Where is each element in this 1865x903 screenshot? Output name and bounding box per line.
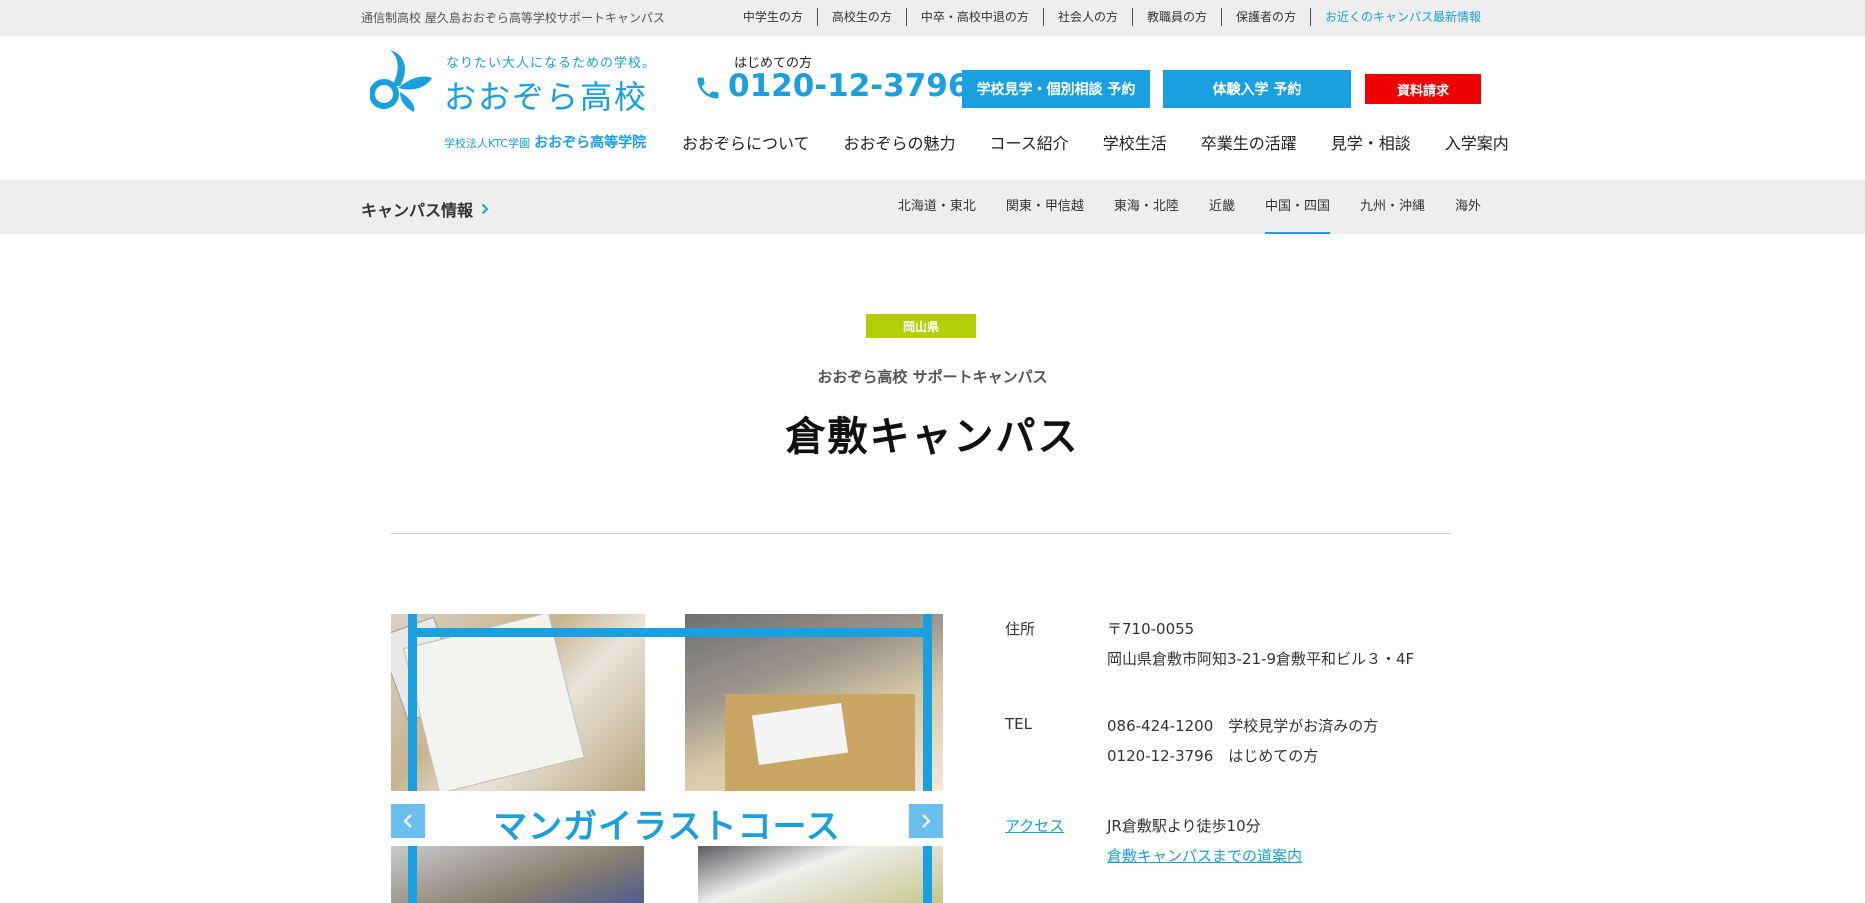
slide-photo-illustration: [698, 846, 943, 903]
address-value: 岡山県倉敷市阿知3-21-9倉敷平和ビル３・4F: [1107, 650, 1415, 668]
slide-photo-students: [391, 846, 644, 903]
visit-reservation-button[interactable]: 学校見学・個別相談 予約: [962, 70, 1150, 108]
nav-item-appeal[interactable]: おおぞらの魅力: [844, 130, 956, 154]
nav-item-admission[interactable]: 入学案内: [1445, 130, 1509, 154]
tel-value-existing[interactable]: 086-424-1200 学校見学がお済みの方: [1107, 715, 1378, 736]
region-tab-kinki[interactable]: 近畿: [1209, 180, 1235, 234]
nav-item-about[interactable]: おおぞらについて: [682, 130, 810, 154]
audience-link-high-school[interactable]: 高校生の方: [818, 8, 907, 26]
campus-info-label: キャンパス情報: [361, 201, 474, 220]
global-nav: おおぞらについて おおぞらの魅力 コース紹介 学校生活 卒業生の活躍 見学・相談…: [682, 130, 1509, 154]
audience-link-parent[interactable]: 保護者の方: [1222, 8, 1311, 26]
region-tab-kyushu-okinawa[interactable]: 九州・沖縄: [1360, 180, 1425, 234]
slide-banner: マンガイラストコース: [391, 791, 943, 847]
address-label: 住所: [1005, 620, 1036, 638]
phone-icon: [697, 77, 719, 99]
top-utility-bar: 通信制高校 屋久島おおぞら高等学校サポートキャンパス 中学生の方 高校生の方 中…: [0, 0, 1865, 36]
region-tab-chugoku-shikoku[interactable]: 中国・四国: [1264, 180, 1330, 234]
campus-info-link[interactable]: キャンパス情報: [361, 197, 489, 221]
section-divider: [391, 533, 1451, 534]
nav-item-visit[interactable]: 見学・相談: [1331, 130, 1411, 154]
region-tabs: 北海道・東北 関東・甲信越 東海・北陸 近畿 中国・四国 九州・沖縄 海外: [868, 180, 1481, 234]
region-tab-kanto-koshinetsu[interactable]: 関東・甲信越: [1006, 180, 1084, 234]
school-subtitle: おおぞら高校 サポートキャンパス: [817, 368, 1048, 386]
access-label-link[interactable]: アクセス: [1005, 815, 1064, 836]
photo-sketch-paper: [403, 614, 585, 794]
phone-contact[interactable]: はじめての方 0120-12-3796: [694, 50, 969, 110]
logo-corp-name: 学校法人KTC学園: [444, 137, 531, 150]
audience-link-adult[interactable]: 社会人の方: [1044, 8, 1133, 26]
page-title: 倉敷キャンパス: [785, 414, 1080, 460]
campus-region-band: キャンパス情報 北海道・東北 関東・甲信越 東海・北陸 近畿 中国・四国 九州・…: [0, 180, 1865, 234]
slide-photo-drawing: [391, 614, 645, 794]
logo-school-name: おおぞら高校: [444, 78, 649, 116]
phone-number[interactable]: 0120-12-3796: [728, 68, 969, 104]
slide-photo-class: [685, 614, 943, 791]
region-tab-overseas[interactable]: 海外: [1455, 180, 1481, 234]
site-description: 通信制高校 屋久島おおぞら高等学校サポートキャンパス: [361, 11, 665, 25]
chevron-left-icon: [403, 814, 412, 828]
audience-link-junior-high[interactable]: 中学生の方: [729, 8, 818, 26]
nav-item-school-life[interactable]: 学校生活: [1103, 130, 1167, 154]
nav-item-graduates[interactable]: 卒業生の活躍: [1201, 130, 1297, 154]
nav-item-courses[interactable]: コース紹介: [990, 130, 1069, 154]
directions-link[interactable]: 倉敷キャンパスまでの道案内: [1107, 845, 1302, 866]
slide-frame-top: [408, 628, 932, 637]
nearby-campus-news-link[interactable]: お近くのキャンパス最新情報: [1311, 8, 1481, 26]
logo-tagline: なりたい大人になるための学校。: [446, 56, 657, 71]
chevron-right-icon: [922, 814, 931, 828]
logo-corp-school: おおぞら高等学院: [534, 135, 647, 151]
audience-nav: 中学生の方 高校生の方 中卒・高校中退の方 社会人の方 教職員の方 保護者の方 …: [729, 8, 1481, 26]
logo-corporation: 学校法人KTC学園 おおぞら高等学院: [444, 132, 646, 152]
tel-label: TEL: [1005, 715, 1032, 733]
site-logo[interactable]: なりたい大人になるための学校。 おおぞら高校 学校法人KTC学園 おおぞら高等学院: [370, 48, 655, 153]
course-slider[interactable]: マンガイラストコース: [391, 614, 943, 903]
prefecture-badge: 岡山県: [866, 314, 976, 338]
slide-banner-text: マンガイラストコース: [493, 807, 841, 847]
slide-frame-right: [923, 614, 932, 903]
logo-mark-icon: [370, 50, 432, 112]
access-value: JR倉敷駅より徒歩10分: [1107, 817, 1261, 835]
region-tab-hokkaido-tohoku[interactable]: 北海道・東北: [898, 180, 976, 234]
chevron-right-icon: [481, 203, 489, 215]
slider-next-button[interactable]: [909, 804, 943, 838]
audience-link-teacher[interactable]: 教職員の方: [1133, 8, 1222, 26]
tel-value-first-time[interactable]: 0120-12-3796 はじめての方: [1107, 745, 1318, 766]
trial-reservation-button[interactable]: 体験入学 予約: [1163, 70, 1351, 108]
slider-prev-button[interactable]: [391, 804, 425, 838]
slide-frame-left: [408, 614, 417, 903]
request-documents-button[interactable]: 資料請求: [1365, 74, 1481, 104]
region-tab-tokai-hokuriku[interactable]: 東海・北陸: [1114, 180, 1179, 234]
audience-link-dropout[interactable]: 中卒・高校中退の方: [907, 8, 1044, 26]
postal-code: 〒710-0055: [1107, 620, 1195, 638]
